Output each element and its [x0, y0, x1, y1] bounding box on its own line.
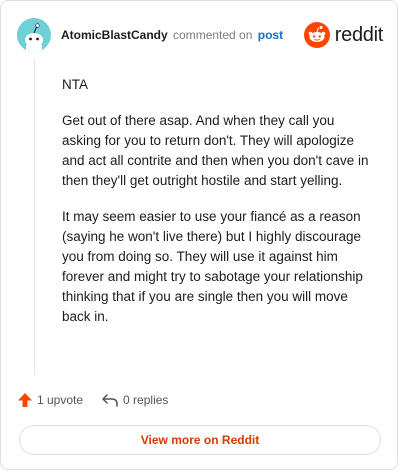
comment-actions: 1 upvote 0 replies — [17, 389, 168, 411]
comment-header: AtomicBlastCandy commented on post reddi… — [17, 17, 383, 53]
reddit-wordmark: reddit — [334, 23, 384, 46]
upvote-button[interactable]: 1 upvote — [17, 392, 83, 408]
reply-icon — [102, 394, 118, 407]
post-link[interactable]: post — [258, 28, 283, 42]
snoo-avatar-icon — [17, 18, 51, 52]
comment-paragraph: NTA — [62, 77, 88, 92]
view-more-on-reddit-button[interactable]: View more on Reddit — [19, 425, 381, 455]
embedded-comment-card: AtomicBlastCandy commented on post reddi… — [0, 0, 398, 470]
avatar[interactable] — [17, 18, 51, 52]
reddit-logo-icon — [303, 22, 330, 48]
commented-on-text: commented on — [173, 28, 253, 42]
comment-meta: AtomicBlastCandy commented on post — [61, 28, 283, 42]
thread-line — [34, 59, 35, 375]
comment-body: NTA Get out of there asap. And when they… — [62, 75, 372, 343]
comment-paragraph: Get out of there asap. And when they cal… — [62, 113, 369, 188]
replies-button[interactable]: 0 replies — [101, 392, 168, 408]
upvote-count: 1 upvote — [37, 393, 84, 407]
comment-paragraph: It may seem easier to use your fiancé as… — [62, 209, 363, 324]
author-name[interactable]: AtomicBlastCandy — [61, 28, 168, 42]
reply-count: 0 replies — [123, 393, 169, 407]
reddit-brand[interactable]: reddit — [303, 22, 384, 48]
upvote-arrow-icon — [18, 393, 32, 407]
